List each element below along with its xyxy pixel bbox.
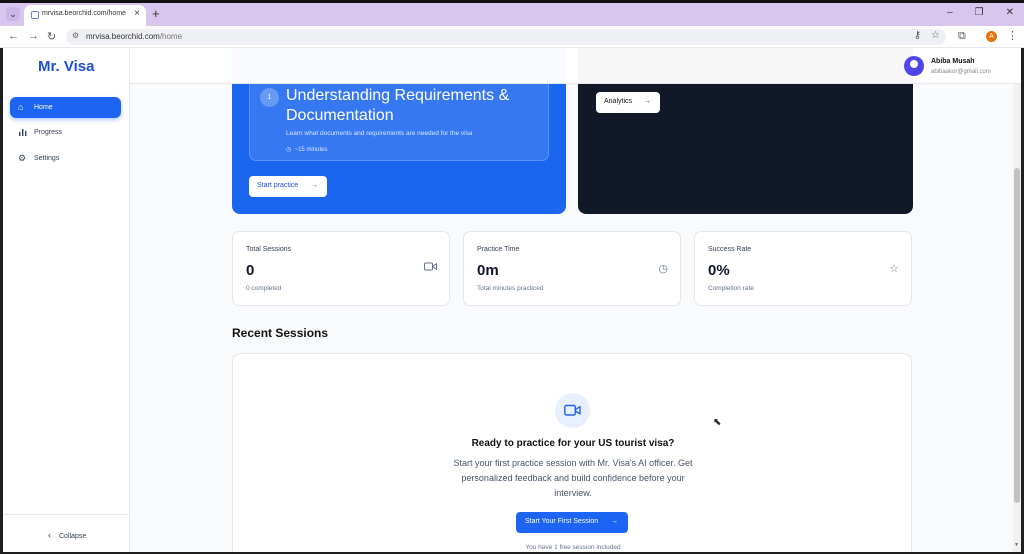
module-title: Understanding Requirements & Documentati…	[286, 87, 510, 124]
video-icon	[555, 393, 590, 428]
start-first-session-button[interactable]: Start Your First Session →	[516, 512, 628, 533]
sidebar-item-label: Progress	[34, 129, 63, 136]
collapse-button[interactable]: ‹ Collapse	[48, 530, 86, 540]
sidebar-item-progress[interactable]: Progress	[10, 122, 121, 143]
stat-total-sessions: Total Sessions 0 0 completed	[232, 231, 450, 306]
collapse-label: Collapse	[59, 533, 87, 540]
user-name: Abiba Musah	[931, 58, 975, 65]
stat-subtext: Total minutes practiced	[477, 285, 544, 292]
close-window-icon[interactable]: ✕	[1006, 7, 1014, 18]
omnibox-actions: ⚷ ☆	[914, 30, 940, 41]
arrow-right-icon: →	[644, 98, 651, 105]
start-practice-label: Start practice	[257, 182, 299, 189]
forward-icon[interactable]: →	[28, 30, 39, 42]
section-title: Recent Sessions	[232, 326, 329, 340]
chevron-left-icon: ‹	[48, 530, 51, 540]
tab-search-icon[interactable]: ⌄	[6, 7, 20, 21]
stat-label: Success Rate	[708, 246, 752, 253]
stat-success-rate: Success Rate 0% Completion rate ☆	[694, 231, 912, 306]
start-first-session-label: Start Your First Session	[525, 518, 599, 525]
recent-sessions-card: Ready to practice for your US tourist vi…	[232, 353, 912, 552]
stat-value: 0m	[477, 262, 499, 279]
analytics-label: Analytics	[604, 98, 633, 105]
stat-value: 0%	[708, 262, 730, 279]
address-bar-row: ← → ↻ ⚙ mrvisa.beorchid.com/home ⚷ ☆ ⧉ A…	[0, 26, 1024, 48]
stat-label: Practice Time	[477, 246, 520, 253]
scrollbar-thumb[interactable]	[1014, 168, 1020, 503]
module-duration-text: ~15 minutes	[294, 147, 328, 153]
password-key-icon[interactable]: ⚷	[914, 30, 921, 41]
sidebar-item-label: Home	[34, 104, 53, 111]
home-icon: ⌂	[18, 102, 24, 112]
stat-label: Total Sessions	[246, 246, 292, 253]
free-session-note: You have 1 free session included	[525, 544, 621, 551]
module-info-card: 1 Understanding Requirements & Documenta…	[249, 77, 549, 161]
stat-subtext: Completion rate	[708, 285, 754, 292]
bar-chart-icon	[18, 127, 27, 138]
app-page: Mr. Visa ⌂ Home Progress ⚙ Settings ‹ Col…	[3, 48, 1021, 552]
clock-icon: ◷	[286, 147, 292, 153]
browser-tab-bar: ⌄ mrvisa.beorchid.com/home × + – ❐ ✕	[0, 0, 1024, 26]
sidebar: Mr. Visa ⌂ Home Progress ⚙ Settings ‹ Col…	[3, 48, 130, 552]
step-number-badge: 1	[260, 88, 279, 107]
page-scrollbar[interactable]: ▲ ▼	[1013, 48, 1021, 552]
sidebar-item-settings[interactable]: ⚙ Settings	[10, 148, 121, 169]
analytics-button[interactable]: Analytics →	[596, 92, 660, 113]
sidebar-divider	[3, 514, 129, 515]
user-email: abibaakor@gmail.com	[931, 69, 991, 75]
video-icon	[424, 262, 437, 274]
stat-subtext: 0 completed	[246, 285, 282, 292]
mouse-cursor-icon: ⬉	[713, 417, 722, 428]
stat-value: 0	[246, 262, 255, 279]
reload-icon[interactable]: ↻	[47, 30, 56, 43]
minimize-icon[interactable]: –	[947, 7, 953, 18]
tab-title: mrvisa.beorchid.com/home	[42, 10, 127, 17]
empty-state-description: Start your first practice session with M…	[453, 458, 693, 498]
star-icon: ☆	[889, 263, 899, 275]
url-path: /home	[159, 32, 183, 41]
url-text: mrvisa.beorchid.com/home	[86, 32, 182, 41]
start-practice-button[interactable]: Start practice →	[249, 176, 327, 197]
close-tab-icon[interactable]: ×	[134, 8, 140, 19]
url-bar[interactable]: ⚙ mrvisa.beorchid.com/home ⚷ ☆	[66, 29, 946, 45]
app-logo[interactable]: Mr. Visa	[38, 58, 94, 75]
profile-avatar[interactable]: A	[986, 31, 997, 42]
url-host: mrvisa.beorchid.com	[86, 32, 160, 41]
top-header: Abiba Musah abibaakor@gmail.com	[130, 48, 1021, 84]
empty-state-title: Ready to practice for your US tourist vi…	[471, 438, 675, 449]
arrow-right-icon: →	[311, 182, 318, 189]
favicon-icon	[31, 11, 39, 19]
new-tab-icon[interactable]: +	[152, 7, 160, 21]
clock-icon: ◷	[658, 263, 668, 275]
restore-icon[interactable]: ❐	[975, 7, 984, 18]
sidebar-item-home[interactable]: ⌂ Home	[10, 97, 121, 118]
back-icon[interactable]: ←	[8, 30, 19, 42]
browser-menu-icon[interactable]: ⋮	[1007, 29, 1018, 42]
bookmark-star-icon[interactable]: ☆	[931, 30, 940, 41]
site-info-icon[interactable]: ⚙	[72, 31, 79, 40]
window-controls: – ❐ ✕	[947, 7, 1014, 18]
stat-practice-time: Practice Time 0m Total minutes practiced…	[463, 231, 681, 306]
arrow-right-icon: →	[611, 518, 618, 525]
scroll-down-icon[interactable]: ▼	[1014, 542, 1019, 548]
module-description: Learn what documents and requirements ar…	[286, 130, 473, 137]
extensions-icon[interactable]: ⧉	[958, 30, 966, 43]
sidebar-item-label: Settings	[34, 155, 60, 162]
gear-icon: ⚙	[18, 153, 27, 163]
browser-tab[interactable]: mrvisa.beorchid.com/home ×	[24, 5, 146, 26]
avatar[interactable]	[904, 56, 924, 76]
module-duration: ◷ ~15 minutes	[286, 146, 327, 153]
